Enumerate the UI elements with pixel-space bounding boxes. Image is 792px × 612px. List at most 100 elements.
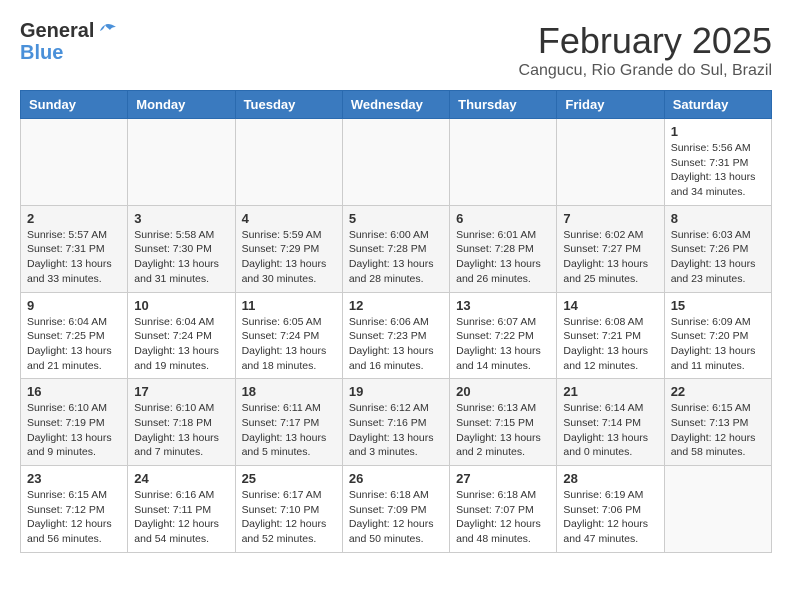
day-number: 9 [27, 298, 121, 313]
calendar-cell [342, 119, 449, 206]
day-number: 13 [456, 298, 550, 313]
header-saturday: Saturday [664, 91, 771, 119]
calendar-cell: 6 Sunrise: 6:01 AM Sunset: 7:28 PM Daylig… [450, 205, 557, 292]
calendar-cell: 2 Sunrise: 5:57 AM Sunset: 7:31 PM Daylig… [21, 205, 128, 292]
week-row-1: 2 Sunrise: 5:57 AM Sunset: 7:31 PM Daylig… [21, 205, 772, 292]
calendar-cell: 26 Sunrise: 6:18 AM Sunset: 7:09 PM Dayli… [342, 466, 449, 553]
day-number: 24 [134, 471, 228, 486]
day-number: 14 [563, 298, 657, 313]
week-row-3: 16 Sunrise: 6:10 AM Sunset: 7:19 PM Dayli… [21, 379, 772, 466]
day-number: 28 [563, 471, 657, 486]
calendar-cell: 21 Sunrise: 6:14 AM Sunset: 7:14 PM Dayli… [557, 379, 664, 466]
day-number: 11 [242, 298, 336, 313]
calendar-cell: 20 Sunrise: 6:13 AM Sunset: 7:15 PM Dayli… [450, 379, 557, 466]
day-info: Sunrise: 6:13 AM Sunset: 7:15 PM Dayligh… [456, 401, 550, 460]
week-row-0: 1Sunrise: 5:56 AM Sunset: 7:31 PM Daylig… [21, 119, 772, 206]
day-number: 6 [456, 211, 550, 226]
day-number: 10 [134, 298, 228, 313]
calendar-cell: 19 Sunrise: 6:12 AM Sunset: 7:16 PM Dayli… [342, 379, 449, 466]
header-thursday: Thursday [450, 91, 557, 119]
calendar-cell: 11 Sunrise: 6:05 AM Sunset: 7:24 PM Dayli… [235, 292, 342, 379]
calendar-cell: 1Sunrise: 5:56 AM Sunset: 7:31 PM Daylig… [664, 119, 771, 206]
day-number: 7 [563, 211, 657, 226]
day-info: Sunrise: 6:17 AM Sunset: 7:10 PM Dayligh… [242, 488, 336, 547]
calendar-cell: 5 Sunrise: 6:00 AM Sunset: 7:28 PM Daylig… [342, 205, 449, 292]
page-header: General Blue February 2025 Cangucu, Rio … [20, 20, 772, 80]
calendar-subtitle: Cangucu, Rio Grande do Sul, Brazil [519, 62, 772, 80]
day-info: Sunrise: 6:05 AM Sunset: 7:24 PM Dayligh… [242, 315, 336, 374]
header-friday: Friday [557, 91, 664, 119]
calendar-cell: 7 Sunrise: 6:02 AM Sunset: 7:27 PM Daylig… [557, 205, 664, 292]
calendar-table: SundayMondayTuesdayWednesdayThursdayFrid… [20, 90, 772, 553]
day-number: 5 [349, 211, 443, 226]
logo-bird-icon [94, 23, 116, 41]
calendar-cell: 14 Sunrise: 6:08 AM Sunset: 7:21 PM Dayli… [557, 292, 664, 379]
day-number: 27 [456, 471, 550, 486]
day-number: 8 [671, 211, 765, 226]
day-number: 23 [27, 471, 121, 486]
day-info: Sunrise: 6:19 AM Sunset: 7:06 PM Dayligh… [563, 488, 657, 547]
calendar-cell: 4Sunrise: 5:59 AM Sunset: 7:29 PM Daylig… [235, 205, 342, 292]
header-monday: Monday [128, 91, 235, 119]
day-info: Sunrise: 6:16 AM Sunset: 7:11 PM Dayligh… [134, 488, 228, 547]
week-row-4: 23 Sunrise: 6:15 AM Sunset: 7:12 PM Dayli… [21, 466, 772, 553]
calendar-title: February 2025 [519, 20, 772, 62]
day-number: 3 [134, 211, 228, 226]
day-number: 18 [242, 384, 336, 399]
day-number: 12 [349, 298, 443, 313]
day-info: Sunrise: 6:01 AM Sunset: 7:28 PM Dayligh… [456, 228, 550, 287]
calendar-cell: 13Sunrise: 6:07 AM Sunset: 7:22 PM Dayli… [450, 292, 557, 379]
day-number: 2 [27, 211, 121, 226]
day-info: Sunrise: 6:10 AM Sunset: 7:18 PM Dayligh… [134, 401, 228, 460]
week-row-2: 9Sunrise: 6:04 AM Sunset: 7:25 PM Daylig… [21, 292, 772, 379]
calendar-cell [450, 119, 557, 206]
day-number: 19 [349, 384, 443, 399]
day-info: Sunrise: 6:18 AM Sunset: 7:07 PM Dayligh… [456, 488, 550, 547]
day-info: Sunrise: 6:15 AM Sunset: 7:12 PM Dayligh… [27, 488, 121, 547]
day-info: Sunrise: 6:00 AM Sunset: 7:28 PM Dayligh… [349, 228, 443, 287]
calendar-cell [21, 119, 128, 206]
day-info: Sunrise: 6:12 AM Sunset: 7:16 PM Dayligh… [349, 401, 443, 460]
day-number: 26 [349, 471, 443, 486]
day-number: 22 [671, 384, 765, 399]
calendar-cell: 8 Sunrise: 6:03 AM Sunset: 7:26 PM Daylig… [664, 205, 771, 292]
day-info: Sunrise: 5:59 AM Sunset: 7:29 PM Dayligh… [242, 228, 336, 287]
day-number: 20 [456, 384, 550, 399]
calendar-cell: 28 Sunrise: 6:19 AM Sunset: 7:06 PM Dayli… [557, 466, 664, 553]
day-info: Sunrise: 6:14 AM Sunset: 7:14 PM Dayligh… [563, 401, 657, 460]
title-section: February 2025 Cangucu, Rio Grande do Sul… [519, 20, 772, 80]
calendar-cell: 9Sunrise: 6:04 AM Sunset: 7:25 PM Daylig… [21, 292, 128, 379]
day-number: 25 [242, 471, 336, 486]
day-info: Sunrise: 6:02 AM Sunset: 7:27 PM Dayligh… [563, 228, 657, 287]
day-info: Sunrise: 6:09 AM Sunset: 7:20 PM Dayligh… [671, 315, 765, 374]
calendar-cell: 15 Sunrise: 6:09 AM Sunset: 7:20 PM Dayli… [664, 292, 771, 379]
day-info: Sunrise: 5:58 AM Sunset: 7:30 PM Dayligh… [134, 228, 228, 287]
calendar-cell [235, 119, 342, 206]
logo-text: General [20, 20, 116, 42]
day-number: 17 [134, 384, 228, 399]
calendar-cell: 25 Sunrise: 6:17 AM Sunset: 7:10 PM Dayli… [235, 466, 342, 553]
calendar-cell: 17 Sunrise: 6:10 AM Sunset: 7:18 PM Dayli… [128, 379, 235, 466]
day-info: Sunrise: 6:10 AM Sunset: 7:19 PM Dayligh… [27, 401, 121, 460]
header-sunday: Sunday [21, 91, 128, 119]
day-number: 15 [671, 298, 765, 313]
day-number: 21 [563, 384, 657, 399]
calendar-cell: 22 Sunrise: 6:15 AM Sunset: 7:13 PM Dayli… [664, 379, 771, 466]
day-info: Sunrise: 6:03 AM Sunset: 7:26 PM Dayligh… [671, 228, 765, 287]
day-info: Sunrise: 6:08 AM Sunset: 7:21 PM Dayligh… [563, 315, 657, 374]
calendar-cell: 3 Sunrise: 5:58 AM Sunset: 7:30 PM Daylig… [128, 205, 235, 292]
day-info: Sunrise: 6:06 AM Sunset: 7:23 PM Dayligh… [349, 315, 443, 374]
day-info: Sunrise: 5:57 AM Sunset: 7:31 PM Dayligh… [27, 228, 121, 287]
calendar-cell: 16 Sunrise: 6:10 AM Sunset: 7:19 PM Dayli… [21, 379, 128, 466]
day-info: Sunrise: 6:11 AM Sunset: 7:17 PM Dayligh… [242, 401, 336, 460]
day-info: Sunrise: 5:56 AM Sunset: 7:31 PM Dayligh… [671, 141, 765, 200]
day-info: Sunrise: 6:04 AM Sunset: 7:24 PM Dayligh… [134, 315, 228, 374]
day-number: 16 [27, 384, 121, 399]
calendar-cell [664, 466, 771, 553]
header-tuesday: Tuesday [235, 91, 342, 119]
calendar-cell: 24 Sunrise: 6:16 AM Sunset: 7:11 PM Dayli… [128, 466, 235, 553]
calendar-cell: 12 Sunrise: 6:06 AM Sunset: 7:23 PM Dayli… [342, 292, 449, 379]
header-wednesday: Wednesday [342, 91, 449, 119]
day-info: Sunrise: 6:15 AM Sunset: 7:13 PM Dayligh… [671, 401, 765, 460]
day-info: Sunrise: 6:18 AM Sunset: 7:09 PM Dayligh… [349, 488, 443, 547]
